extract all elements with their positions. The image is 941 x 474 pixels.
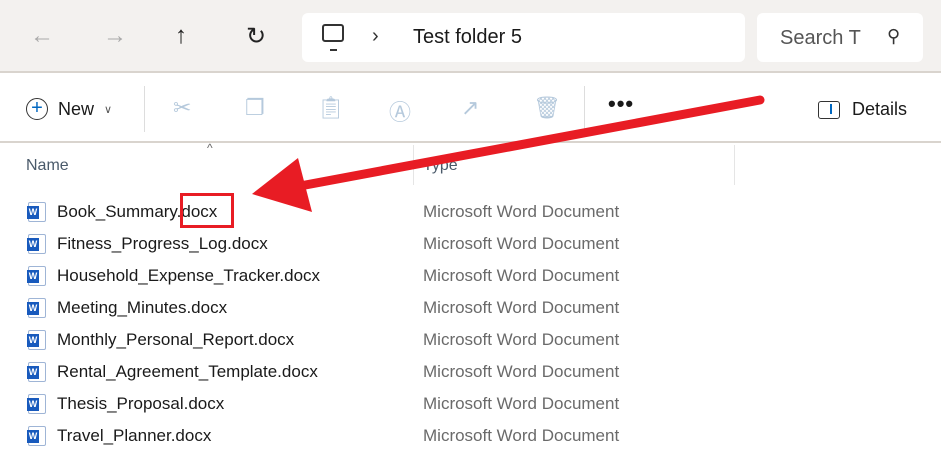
annotation-arrow <box>252 95 765 212</box>
arrow-shaft <box>295 95 765 191</box>
arrow-head <box>252 158 312 212</box>
